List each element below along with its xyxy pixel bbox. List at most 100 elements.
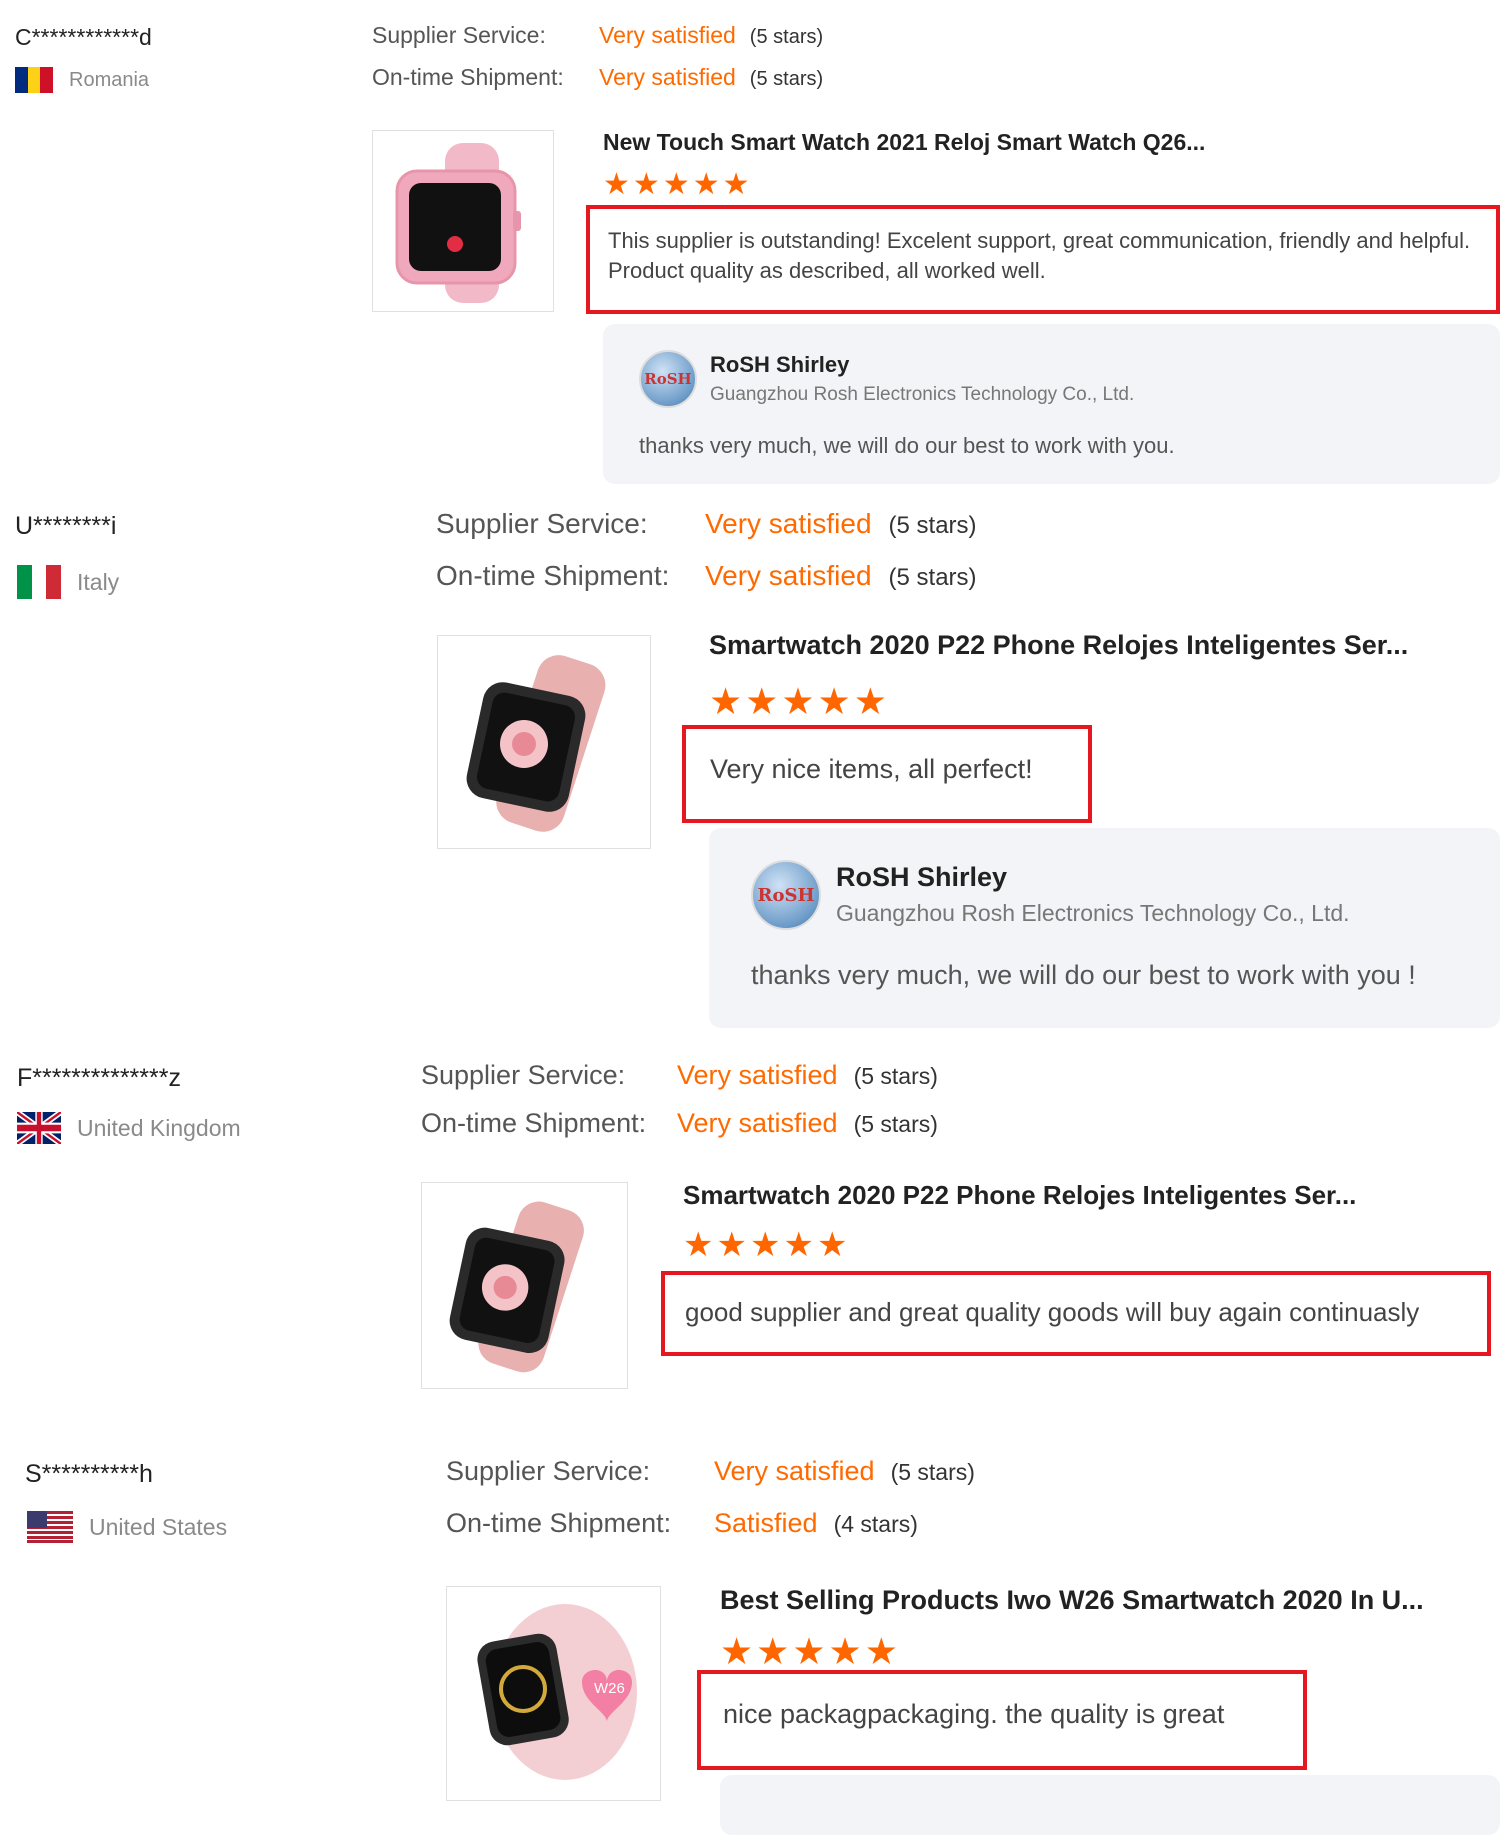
star-icon: ★ [720, 1631, 757, 1672]
rating-table: Supplier Service: Very satisfied (5 star… [372, 22, 823, 106]
product-image[interactable] [421, 1182, 628, 1389]
italy-flag-icon [17, 565, 61, 599]
star-icon: ★ [792, 1631, 829, 1672]
rating-label: Supplier Service: [436, 508, 648, 539]
country-name: Italy [77, 568, 120, 595]
buyer-country: Romania [15, 67, 149, 93]
star-icon: ★ [853, 681, 890, 722]
buyer-name: S**********h [25, 1460, 153, 1488]
review-item: U********i Italy Supplier Service: Very … [0, 490, 1500, 1035]
product-image[interactable] [372, 130, 554, 312]
supplier-reply: RoSH RoSH Shirley Guangzhou Rosh Electro… [709, 828, 1500, 1028]
reply-company-name: Guangzhou Rosh Electronics Technology Co… [836, 900, 1350, 926]
rating-label: Supplier Service: [421, 1060, 626, 1090]
rating-stars-text: (5 stars) [888, 512, 977, 539]
rating-row-supplier-service: Supplier Service: Very satisfied (5 star… [446, 1456, 975, 1508]
country-name: United Kingdom [77, 1114, 241, 1141]
star-icon: ★ [603, 168, 633, 201]
star-icon: ★ [756, 1631, 793, 1672]
product-title-link[interactable]: Best Selling Products Iwo W26 Smartwatch… [720, 1585, 1424, 1616]
pink-w26-smartwatch-icon: W26 [477, 1604, 637, 1780]
rating-row-supplier-service: Supplier Service: Very satisfied (5 star… [436, 508, 977, 560]
rating-label: On-time Shipment: [446, 1508, 672, 1538]
rating-stars-text: (5 stars) [853, 1111, 938, 1137]
product-image[interactable] [437, 635, 651, 849]
product-star-rating: ★★★★★ [683, 1225, 850, 1265]
star-icon: ★ [749, 1226, 784, 1264]
rating-level: Very satisfied [677, 1108, 838, 1138]
star-icon: ★ [781, 681, 818, 722]
romania-flag-icon [15, 67, 53, 93]
buyer-country: United States [27, 1511, 227, 1543]
reply-text: thanks very much, we will do our best to… [639, 433, 1175, 458]
rating-row-supplier-service: Supplier Service: Very satisfied (5 star… [372, 22, 823, 64]
star-icon: ★ [816, 1226, 851, 1264]
buyer-country: Italy [17, 565, 119, 599]
rating-table: Supplier Service: Very satisfied (5 star… [421, 1060, 938, 1156]
supplier-reply [720, 1775, 1500, 1835]
rating-stars-text: (5 stars) [749, 26, 824, 48]
uk-flag-icon [17, 1112, 61, 1144]
pink-smartwatch-icon [449, 1201, 584, 1373]
rating-stars-text: (5 stars) [890, 1459, 975, 1485]
highlighted-comment-box: nice packagpackaging. the quality is gre… [697, 1670, 1307, 1770]
rating-row-ontime-shipment: On-time Shipment: Very satisfied (5 star… [372, 64, 823, 106]
product-title-link[interactable]: New Touch Smart Watch 2021 Reloj Smart W… [603, 129, 1205, 156]
product-star-rating: ★★★★★ [603, 167, 753, 202]
country-name: Romania [69, 68, 150, 91]
rating-stars-text: (4 stars) [833, 1511, 918, 1537]
rating-level: Satisfied [714, 1508, 818, 1538]
star-icon: ★ [828, 1631, 865, 1672]
rating-level: Very satisfied [705, 560, 872, 591]
reply-author-name: RoSH Shirley [710, 352, 850, 377]
rating-table: Supplier Service: Very satisfied (5 star… [436, 508, 977, 612]
rating-table: Supplier Service: Very satisfied (5 star… [446, 1456, 975, 1560]
rating-row-supplier-service: Supplier Service: Very satisfied (5 star… [421, 1060, 938, 1108]
review-comment: Very nice items, all perfect! [710, 754, 1033, 784]
rating-label: On-time Shipment: [372, 64, 564, 90]
rating-level: Very satisfied [599, 22, 736, 48]
review-item: S**********h United States Supplier Serv… [0, 1425, 1500, 1835]
rating-label: Supplier Service: [372, 22, 546, 48]
star-icon: ★ [662, 168, 693, 201]
buyer-name: U********i [15, 512, 117, 540]
star-icon: ★ [692, 168, 723, 201]
product-image[interactable]: W26 [446, 1586, 661, 1801]
supplier-reply: RoSH RoSH Shirley Guangzhou Rosh Electro… [603, 324, 1500, 484]
rating-stars-text: (5 stars) [853, 1063, 938, 1089]
rating-stars-text: (5 stars) [749, 68, 824, 90]
rating-label: On-time Shipment: [436, 560, 670, 591]
star-icon: ★ [709, 681, 746, 722]
review-comment: good supplier and great quality goods wi… [685, 1297, 1420, 1327]
rating-row-ontime-shipment: On-time Shipment: Very satisfied (5 star… [421, 1108, 938, 1156]
reply-text: thanks very much, we will do our best to… [751, 960, 1416, 990]
star-icon: ★ [716, 1226, 750, 1264]
reply-company-name: Guangzhou Rosh Electronics Technology Co… [710, 384, 1135, 405]
buyer-name: F**************z [17, 1064, 181, 1092]
review-item: F**************z United Kingdom Supplier… [0, 1035, 1500, 1425]
highlighted-comment-box: Very nice items, all perfect! [682, 725, 1092, 823]
reply-author-name: RoSH Shirley [836, 862, 1008, 892]
pink-smartwatch-icon [395, 143, 521, 303]
w26-badge-text: W26 [594, 1680, 625, 1697]
rating-level: Very satisfied [714, 1456, 875, 1486]
rating-label: Supplier Service: [446, 1456, 651, 1486]
star-icon: ★ [745, 681, 782, 722]
star-icon: ★ [783, 1226, 817, 1264]
star-icon: ★ [722, 168, 753, 201]
star-icon: ★ [817, 681, 854, 722]
buyer-name: C************d [15, 24, 152, 50]
rating-level: Very satisfied [599, 64, 736, 90]
product-title-link[interactable]: Smartwatch 2020 P22 Phone Relojes Inteli… [709, 630, 1408, 661]
supplier-avatar-icon: RoSH [751, 860, 821, 930]
buyer-country: United Kingdom [17, 1112, 241, 1144]
review-comment: nice packagpackaging. the quality is gre… [723, 1699, 1225, 1729]
star-icon: ★ [864, 1631, 901, 1672]
supplier-avatar-icon: RoSH [639, 350, 697, 408]
rating-label: On-time Shipment: [421, 1108, 647, 1138]
product-title-link[interactable]: Smartwatch 2020 P22 Phone Relojes Inteli… [683, 1180, 1356, 1211]
product-star-rating: ★★★★★ [709, 680, 890, 723]
rating-level: Very satisfied [705, 508, 872, 539]
country-name: United States [89, 1513, 228, 1540]
us-flag-icon [27, 1511, 73, 1543]
